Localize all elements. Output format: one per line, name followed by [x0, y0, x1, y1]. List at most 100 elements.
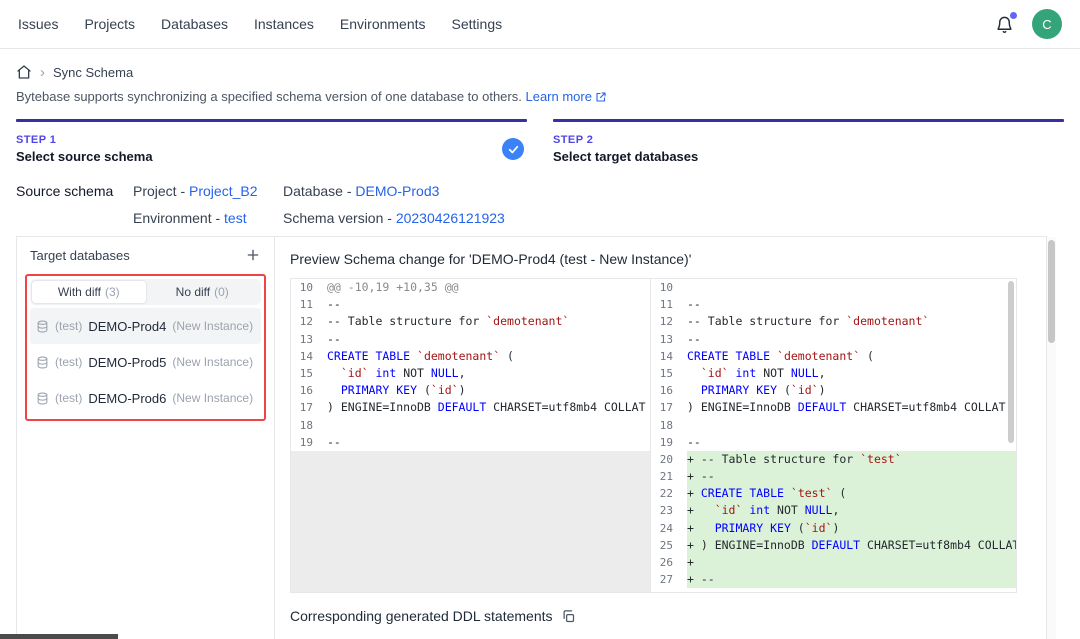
source-schema-section: Source schema Project - Project_B2 Datab…: [16, 183, 1064, 226]
step-1-bar: [16, 119, 527, 122]
nav-item-instances[interactable]: Instances: [254, 16, 314, 32]
target-database-row[interactable]: (test)DEMO-Prod4(New Instance): [30, 308, 261, 344]
nav-item-settings[interactable]: Settings: [452, 16, 503, 32]
diff-line: 24+ PRIMARY KEY (`id`): [651, 520, 1016, 537]
database-environment: (test): [55, 391, 82, 405]
database-label: Database -: [283, 183, 355, 199]
step-1-label: Select source schema: [16, 149, 527, 164]
diff-scrollbar[interactable]: [1008, 281, 1014, 443]
intro-text: Bytebase supports synchronizing a specif…: [16, 89, 522, 104]
preview-section: Preview Schema change for 'DEMO-Prod4 (t…: [275, 237, 1046, 639]
diff-editor[interactable]: 10@@ -10,19 +10,35 @@11--12-- Table stru…: [290, 278, 1017, 593]
diff-line: 13--: [291, 331, 650, 348]
line-number: 19: [291, 434, 327, 451]
code-text: --: [687, 331, 1016, 348]
nav-item-environments[interactable]: Environments: [340, 16, 426, 32]
page-scrollbar-thumb[interactable]: [1048, 240, 1055, 343]
step-complete-check-icon: [502, 138, 524, 160]
copy-ddl-button[interactable]: [561, 609, 576, 624]
line-number: 11: [291, 296, 327, 313]
ddl-statements-row: Corresponding generated DDL statements: [290, 608, 1031, 624]
step-1: STEP 1 Select source schema: [16, 119, 527, 164]
tab-count: (3): [105, 285, 120, 299]
tab-label: No diff: [176, 285, 210, 299]
diff-line: 18: [291, 417, 650, 434]
diff-line: 23+ `id` int NOT NULL,: [651, 502, 1016, 519]
line-number: 18: [651, 417, 687, 434]
diff-line: 16 PRIMARY KEY (`id`): [291, 382, 650, 399]
line-number: 16: [651, 382, 687, 399]
source-environment: Environment - test: [133, 210, 283, 226]
tab-with-diff[interactable]: With diff(3): [32, 281, 146, 303]
code-text: [327, 417, 650, 434]
target-databases-sidebar: Target databases With diff(3)No diff(0) …: [17, 237, 275, 639]
line-number: 10: [651, 279, 687, 296]
target-database-row[interactable]: (test)DEMO-Prod6(New Instance): [30, 380, 261, 416]
page-scrollbar[interactable]: [1047, 237, 1056, 639]
code-text: `id` int NOT NULL,: [327, 365, 650, 382]
diff-right-lines: 1011--12-- Table structure for `demotena…: [651, 279, 1016, 588]
diff-line: 11--: [651, 296, 1016, 313]
add-target-database-button[interactable]: [245, 247, 261, 263]
project-label: Project -: [133, 183, 189, 199]
diff-line: 17) ENGINE=InnoDB DEFAULT CHARSET=utf8mb…: [651, 399, 1016, 416]
code-text: --: [327, 331, 650, 348]
line-number: 14: [651, 348, 687, 365]
learn-more-link[interactable]: Learn more: [525, 89, 591, 104]
line-number: 27: [651, 571, 687, 588]
database-icon: [36, 320, 49, 333]
line-number: 10: [291, 279, 327, 296]
line-number: 16: [291, 382, 327, 399]
line-number: 23: [651, 502, 687, 519]
code-text: + --: [687, 571, 1016, 588]
external-link-icon: [595, 91, 607, 106]
diff-line: 18: [651, 417, 1016, 434]
step-2-number: STEP 2: [553, 134, 1064, 146]
line-number: 15: [651, 365, 687, 382]
diff-left-lines: 10@@ -10,19 +10,35 @@11--12-- Table stru…: [291, 279, 650, 451]
plus-icon: [245, 247, 261, 263]
line-number: 12: [291, 313, 327, 330]
source-version: Schema version - 20230426121923: [283, 210, 505, 226]
database-icon: [36, 356, 49, 369]
code-text: --: [687, 434, 1016, 451]
database-environment: (test): [55, 319, 82, 333]
line-number: 19: [651, 434, 687, 451]
environment-link[interactable]: test: [224, 210, 247, 226]
nav-items: Issues Projects Databases Instances Environm…: [18, 16, 502, 32]
code-text: PRIMARY KEY (`id`): [687, 382, 1016, 399]
source-schema-grid: Project - Project_B2 Database - DEMO-Pro…: [133, 183, 505, 226]
code-text: [687, 417, 1016, 434]
target-database-row[interactable]: (test)DEMO-Prod5(New Instance): [30, 344, 261, 380]
chevron-right-icon: ›: [40, 65, 45, 80]
breadcrumb-page: Sync Schema: [53, 65, 133, 80]
target-databases-title: Target databases: [30, 248, 130, 263]
nav-item-databases[interactable]: Databases: [161, 16, 228, 32]
project-link[interactable]: Project_B2: [189, 183, 257, 199]
nav-item-issues[interactable]: Issues: [18, 16, 58, 32]
target-database-list: (test)DEMO-Prod4(New Instance)(test)DEMO…: [30, 308, 261, 416]
code-text: -- Table structure for `demotenant`: [687, 313, 1016, 330]
source-database: Database - DEMO-Prod3: [283, 183, 505, 199]
diff-line: 10: [651, 279, 1016, 296]
diff-line: 19--: [291, 434, 650, 451]
schema-version-link[interactable]: 20230426121923: [396, 210, 505, 226]
diff-line: 12-- Table structure for `demotenant`: [651, 313, 1016, 330]
diff-line: 26+: [651, 554, 1016, 571]
database-icon: [36, 392, 49, 405]
nav-item-projects[interactable]: Projects: [84, 16, 135, 32]
database-environment: (test): [55, 355, 82, 369]
horizontal-scrollbar-thumb[interactable]: [0, 634, 118, 639]
code-text: CREATE TABLE `demotenant` (: [327, 348, 650, 365]
line-number: 14: [291, 348, 327, 365]
avatar[interactable]: C: [1032, 9, 1062, 39]
diff-left-filler: [291, 451, 650, 592]
tab-no-diff[interactable]: No diff(0): [146, 281, 260, 303]
code-text: ) ENGINE=InnoDB DEFAULT CHARSET=utf8mb4 …: [687, 399, 1016, 416]
database-name: DEMO-Prod6: [88, 391, 166, 406]
notifications-button[interactable]: [993, 13, 1016, 36]
database-link[interactable]: DEMO-Prod3: [355, 183, 439, 199]
line-number: 13: [291, 331, 327, 348]
home-icon[interactable]: [16, 64, 32, 80]
line-number: 25: [651, 537, 687, 554]
